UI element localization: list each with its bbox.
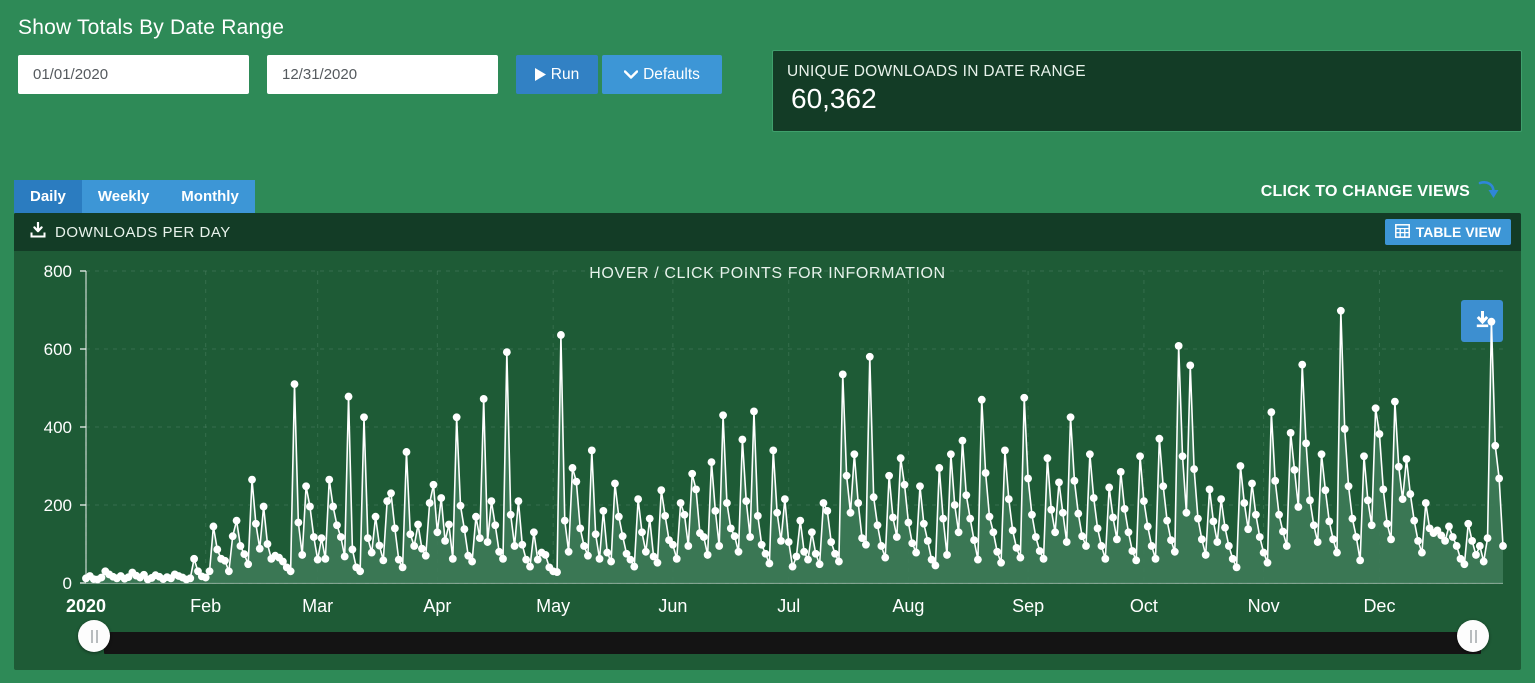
svg-text:Apr: Apr — [423, 596, 451, 616]
run-button-label: Run — [551, 66, 579, 84]
unique-downloads-value: 60,362 — [791, 83, 1521, 115]
end-date-input[interactable] — [267, 55, 498, 94]
tab-daily[interactable]: Daily — [14, 180, 82, 213]
svg-text:Sep: Sep — [1012, 596, 1044, 616]
unique-downloads-label: UNIQUE DOWNLOADS IN DATE RANGE — [787, 63, 1521, 81]
download-icon — [30, 222, 46, 242]
table-icon — [1395, 224, 1410, 241]
chart-panel: DOWNLOADS PER DAY TABLE VIEW HOVER / CLI… — [14, 213, 1521, 670]
table-view-button[interactable]: TABLE VIEW — [1385, 219, 1511, 245]
chart-panel-title: DOWNLOADS PER DAY — [55, 224, 231, 241]
change-views-hint[interactable]: CLICK TO CHANGE VIEWS — [1261, 178, 1499, 205]
curved-arrow-down-icon — [1477, 178, 1499, 205]
tab-monthly[interactable]: Monthly — [165, 180, 255, 213]
svg-text:Jul: Jul — [777, 596, 800, 616]
chevron-down-icon — [624, 70, 638, 79]
grip-line — [96, 630, 98, 643]
grip-line — [1470, 630, 1472, 643]
unique-downloads-card: UNIQUE DOWNLOADS IN DATE RANGE 60,362 — [772, 50, 1522, 132]
svg-text:Feb: Feb — [190, 596, 221, 616]
change-views-label: CLICK TO CHANGE VIEWS — [1261, 183, 1470, 201]
svg-text:Jun: Jun — [658, 596, 687, 616]
run-button[interactable]: Run — [516, 55, 598, 94]
page-title: Show Totals By Date Range — [18, 16, 284, 40]
play-icon — [535, 68, 546, 81]
svg-text:2020: 2020 — [66, 596, 106, 616]
chart-panel-title-group: DOWNLOADS PER DAY — [30, 222, 231, 242]
svg-text:May: May — [536, 596, 570, 616]
tab-weekly[interactable]: Weekly — [82, 180, 165, 213]
start-date-input[interactable] — [18, 55, 249, 94]
svg-text:400: 400 — [44, 418, 72, 437]
view-tabs: Daily Weekly Monthly — [14, 180, 255, 213]
range-slider-handle-left[interactable] — [78, 620, 110, 652]
downloads-per-day-chart[interactable]: 0 200 400 600 800 2020 Feb Mar Apr May Jun Jul Aug Se… — [14, 253, 1521, 631]
svg-text:0: 0 — [63, 574, 72, 593]
svg-text:600: 600 — [44, 340, 72, 359]
table-view-label: TABLE VIEW — [1416, 224, 1501, 240]
defaults-button[interactable]: Defaults — [602, 55, 722, 94]
svg-text:800: 800 — [44, 262, 72, 281]
chart-panel-header: DOWNLOADS PER DAY TABLE VIEW — [14, 213, 1521, 251]
svg-text:200: 200 — [44, 496, 72, 515]
svg-text:Dec: Dec — [1363, 596, 1395, 616]
grip-line — [91, 630, 93, 643]
svg-text:Mar: Mar — [302, 596, 333, 616]
range-slider-track[interactable] — [104, 632, 1481, 654]
range-slider-handle-right[interactable] — [1457, 620, 1489, 652]
svg-text:Oct: Oct — [1130, 596, 1158, 616]
svg-text:Nov: Nov — [1248, 596, 1280, 616]
chart-range-slider[interactable] — [14, 620, 1521, 660]
grip-line — [1475, 630, 1477, 643]
svg-text:Aug: Aug — [892, 596, 924, 616]
app-root: Show Totals By Date Range Run Defaults U… — [0, 0, 1535, 683]
defaults-button-label: Defaults — [643, 66, 700, 84]
